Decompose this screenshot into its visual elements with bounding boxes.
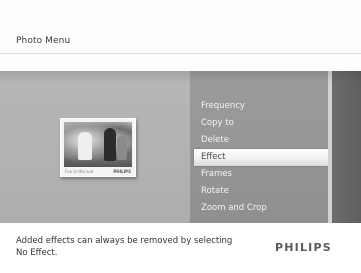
menu-item-rotate[interactable]: Rotate	[190, 183, 328, 200]
menu-item-frames[interactable]: Frames	[190, 166, 328, 183]
photo-figure	[104, 128, 116, 161]
brand-logo: PHILIPS	[275, 241, 332, 254]
photo-menu: Frequency Copy to Delete Effect Frames R…	[190, 71, 328, 223]
footer: Added effects can always be removed by s…	[0, 223, 361, 273]
photo-figure	[117, 136, 127, 160]
photo-thumbnail[interactable]: Fun in the sun PHILIPS	[60, 118, 136, 177]
main-area: Fun in the sun PHILIPS Frequency Copy to…	[0, 71, 361, 223]
photo-caption: Fun in the sun PHILIPS	[64, 169, 132, 175]
header-shadow	[0, 71, 361, 83]
menu-item-copy-to[interactable]: Copy to	[190, 115, 328, 132]
menu-item-effect[interactable]: Effect	[194, 149, 328, 166]
header: Photo Menu	[0, 0, 361, 71]
help-text-line: Added effects can always be removed by s…	[16, 236, 233, 246]
help-text-line: No Effect.	[16, 248, 58, 258]
menu-item-delete[interactable]: Delete	[190, 132, 328, 149]
photo-frame-screen: Photo Menu Fun in the sun PHILIPS Freque…	[0, 0, 361, 273]
photo-caption-brand: PHILIPS	[113, 169, 131, 174]
photo-figure	[78, 132, 92, 160]
menu-item-frequency[interactable]: Frequency	[190, 98, 328, 115]
preview-pane: Fun in the sun PHILIPS	[0, 71, 190, 223]
submenu-panel	[332, 71, 361, 223]
photo-caption-text: Fun in the sun	[65, 169, 94, 174]
page-title: Photo Menu	[16, 36, 71, 46]
photo-image	[64, 122, 132, 167]
menu-list: Frequency Copy to Delete Effect Frames R…	[190, 98, 328, 217]
menu-item-zoom-and-crop[interactable]: Zoom and Crop	[190, 200, 328, 217]
help-text: Added effects can always be removed by s…	[16, 235, 246, 259]
header-divider	[0, 53, 361, 54]
